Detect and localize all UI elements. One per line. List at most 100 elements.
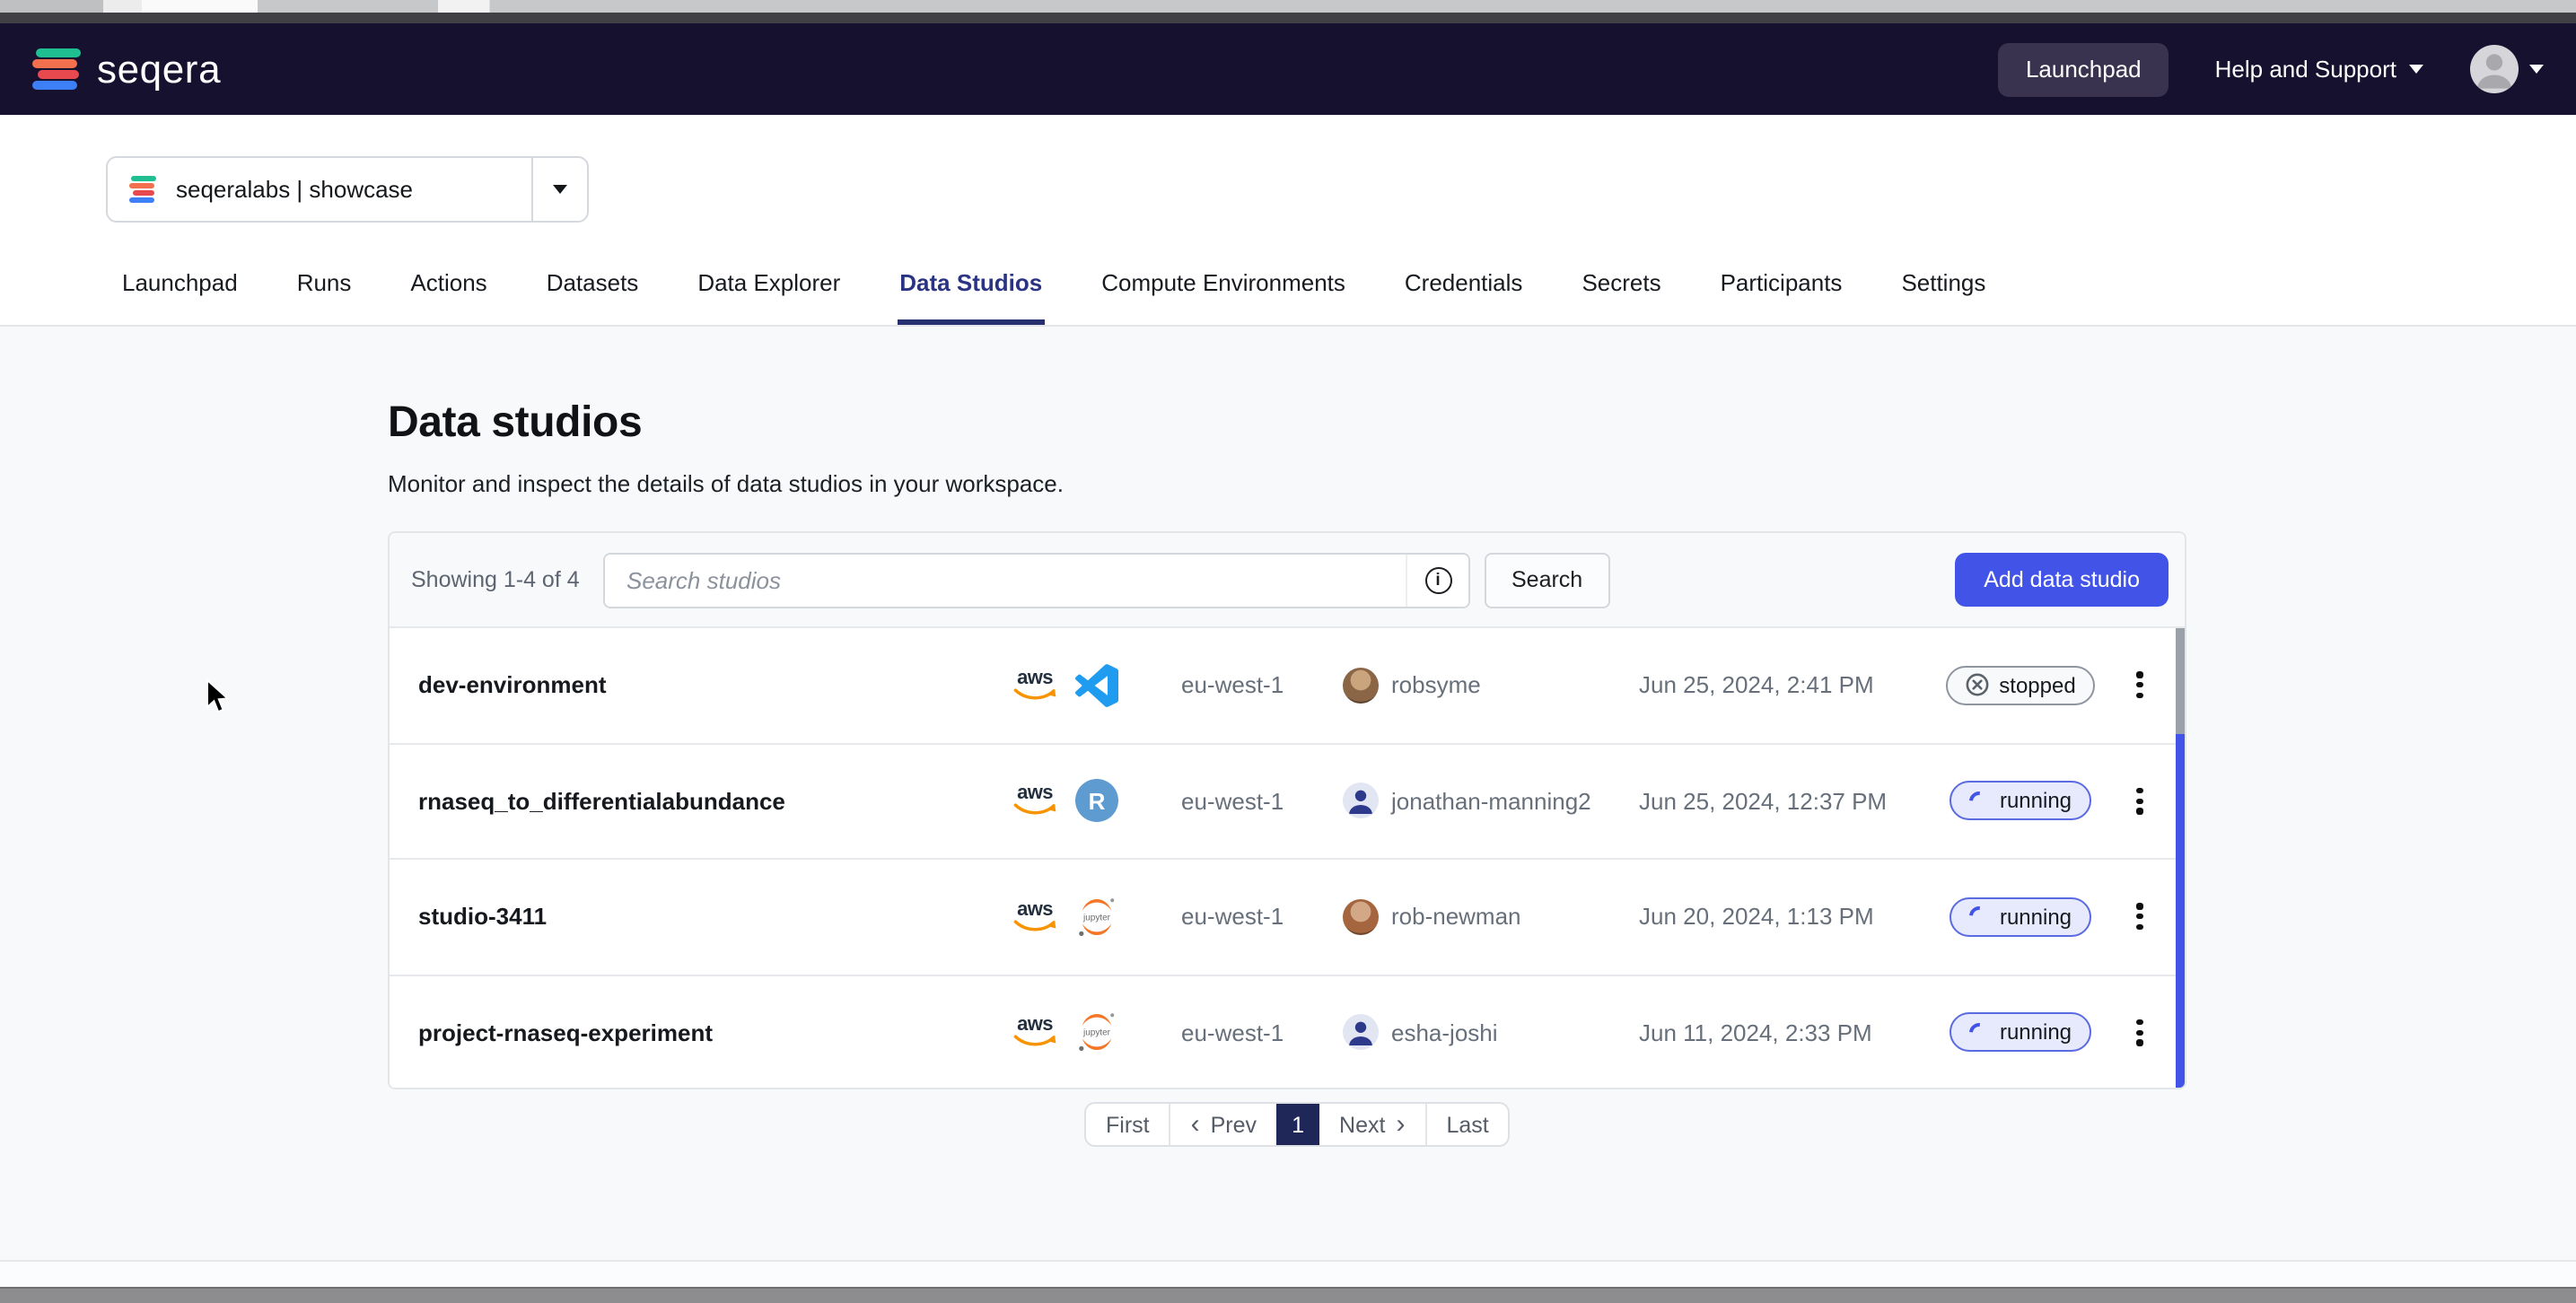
kebab-menu[interactable] — [2130, 1012, 2150, 1053]
workspace-label: seqeralabs | showcase — [176, 176, 413, 203]
user-menu[interactable] — [2470, 45, 2544, 93]
results-count: Showing 1-4 of 4 — [411, 567, 587, 592]
help-label: Help and Support — [2215, 56, 2396, 83]
workspace-tabs: Launchpad Runs Actions Datasets Data Exp… — [120, 269, 1987, 325]
browser-chrome-top — [0, 0, 2576, 13]
tab-datasets[interactable]: Datasets — [545, 269, 641, 325]
status-badge: stopped — [1945, 666, 2095, 705]
svg-text:jupyter: jupyter — [1082, 1028, 1111, 1038]
chevron-down-icon — [2529, 65, 2544, 74]
search-info-button[interactable]: i — [1406, 554, 1468, 606]
scrollbar-thumb[interactable] — [2176, 628, 2185, 734]
person-icon — [1343, 1015, 1379, 1051]
tab-secrets[interactable]: Secrets — [1580, 269, 1662, 325]
studio-name[interactable]: dev-environment — [418, 672, 1011, 699]
user-name: jonathan-manning2 — [1391, 788, 1591, 815]
pagination-next[interactable]: Next › — [1319, 1104, 1424, 1145]
tab-data-explorer[interactable]: Data Explorer — [696, 269, 842, 325]
person-icon — [2470, 45, 2519, 93]
tab-actions[interactable]: Actions — [408, 269, 488, 325]
spinner-icon — [1965, 787, 1993, 815]
workspace-logo-icon — [129, 176, 156, 203]
tab-participants[interactable]: Participants — [1719, 269, 1844, 325]
jupyter-icon: jupyter — [1075, 1011, 1118, 1054]
kebab-menu[interactable] — [2130, 665, 2150, 705]
user-avatar — [1343, 668, 1379, 704]
tab-runs[interactable]: Runs — [295, 269, 354, 325]
launchpad-button[interactable]: Launchpad — [1999, 42, 2169, 96]
add-data-studio-button[interactable]: Add data studio — [1955, 553, 2169, 607]
table-row[interactable]: studio-3411 aws jupyter — [390, 860, 2185, 975]
chevron-left-icon: ‹ — [1191, 1111, 1200, 1138]
user-name: robsyme — [1391, 672, 1481, 699]
rstudio-icon: R — [1075, 780, 1118, 823]
aws-icon: aws — [1011, 901, 1059, 933]
studio-name[interactable]: studio-3411 — [418, 904, 1011, 931]
user-name: esha-joshi — [1391, 1019, 1498, 1046]
date-created: Jun 11, 2024, 2:33 PM — [1639, 1019, 1935, 1046]
spinner-icon — [1965, 1019, 1993, 1046]
pagination-prev[interactable]: ‹ Prev — [1171, 1104, 1276, 1145]
jupyter-icon: jupyter — [1075, 896, 1118, 939]
person-icon — [1343, 783, 1379, 819]
region: eu-west-1 — [1181, 1019, 1343, 1046]
kebab-menu[interactable] — [2130, 781, 2150, 821]
workspace-dropdown-toggle[interactable] — [531, 158, 587, 221]
seqera-logo-icon — [32, 49, 81, 90]
table-row[interactable]: project-rnaseq-experiment aws jupyter — [390, 975, 2185, 1089]
pagination-last[interactable]: Last — [1426, 1104, 1508, 1145]
user-avatar — [1343, 1015, 1379, 1051]
footer-strip — [0, 1260, 2576, 1290]
status-badge: running — [1950, 897, 2091, 937]
page-title: Data studios — [388, 398, 642, 449]
vscode-icon — [1075, 664, 1118, 707]
svg-text:jupyter: jupyter — [1082, 913, 1111, 923]
studio-name[interactable]: project-rnaseq-experiment — [418, 1019, 1011, 1046]
date-created: Jun 20, 2024, 1:13 PM — [1639, 904, 1935, 931]
aws-icon: aws — [1011, 669, 1059, 702]
tab-settings[interactable]: Settings — [1899, 269, 1987, 325]
search-input-group: i — [603, 552, 1470, 608]
pagination: First ‹ Prev 1 Next › Last — [1084, 1102, 1511, 1147]
stopped-icon — [1965, 674, 1988, 697]
page-subtitle: Monitor and inspect the details of data … — [388, 470, 1064, 497]
aws-icon: aws — [1011, 785, 1059, 818]
region: eu-west-1 — [1181, 672, 1343, 699]
header-zone: seqeralabs | showcase Launchpad Runs Act… — [0, 115, 2576, 327]
spinner-icon — [1965, 903, 1993, 931]
status-badge: running — [1950, 1013, 2091, 1053]
chevron-down-icon — [553, 185, 567, 194]
info-icon: i — [1424, 566, 1451, 593]
pagination-first[interactable]: First — [1086, 1104, 1170, 1145]
browser-chrome-bottom — [0, 1287, 2576, 1303]
workspace-selector[interactable]: seqeralabs | showcase — [106, 156, 589, 223]
date-created: Jun 25, 2024, 12:37 PM — [1639, 788, 1935, 815]
tab-credentials[interactable]: Credentials — [1403, 269, 1525, 325]
search-button[interactable]: Search — [1485, 552, 1609, 608]
app-screen: seqera Launchpad Help and Support — [0, 0, 2576, 1303]
seqera-brand[interactable]: seqera — [32, 46, 221, 92]
tab-compute-environments[interactable]: Compute Environments — [1100, 269, 1347, 325]
kebab-menu[interactable] — [2130, 896, 2150, 937]
region: eu-west-1 — [1181, 904, 1343, 931]
main-content: Data studios Monitor and inspect the det… — [0, 327, 2576, 1260]
search-input[interactable] — [605, 554, 1406, 606]
top-navbar: seqera Launchpad Help and Support — [0, 23, 2576, 115]
help-and-support-menu[interactable]: Help and Support — [2215, 56, 2423, 83]
pagination-page-1[interactable]: 1 — [1276, 1104, 1319, 1145]
user-avatar — [1343, 783, 1379, 819]
chevron-right-icon: › — [1396, 1111, 1405, 1138]
user-avatar — [1343, 899, 1379, 935]
table-row[interactable]: dev-environment aws eu-west-1 robsyme Ju… — [390, 628, 2185, 744]
studio-name[interactable]: rnaseq_to_differentialabundance — [418, 788, 1011, 815]
region: eu-west-1 — [1181, 788, 1343, 815]
chevron-down-icon — [2409, 65, 2423, 74]
tab-launchpad[interactable]: Launchpad — [120, 269, 240, 325]
table-scrollbar[interactable] — [2176, 628, 2185, 1088]
brand-name: seqera — [97, 46, 221, 92]
aws-icon: aws — [1011, 1017, 1059, 1049]
table-row[interactable]: rnaseq_to_differentialabundance aws R eu… — [390, 744, 2185, 860]
studios-table-card: Showing 1-4 of 4 i Search Add data studi… — [388, 531, 2186, 1089]
tab-data-studios[interactable]: Data Studios — [898, 269, 1044, 325]
date-created: Jun 25, 2024, 2:41 PM — [1639, 672, 1935, 699]
